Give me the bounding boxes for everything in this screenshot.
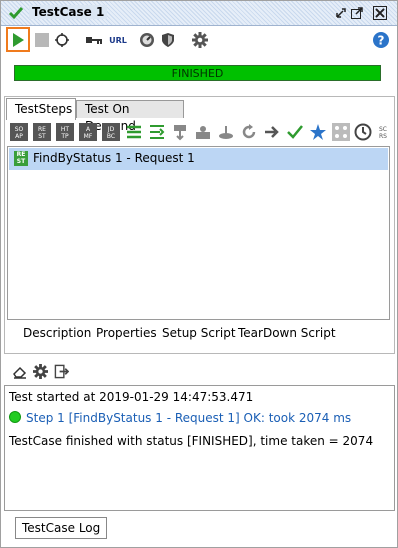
clock-icon[interactable] <box>354 123 372 141</box>
svg-text:SC: SC <box>379 126 387 133</box>
run-status-bar: FINISHED <box>14 65 381 81</box>
tab-description[interactable]: Description <box>23 326 91 340</box>
svg-text:AP: AP <box>15 133 23 140</box>
run-button[interactable] <box>6 27 30 52</box>
stop-button[interactable] <box>31 29 53 51</box>
tab-setup-script[interactable]: Setup Script <box>162 326 236 340</box>
settings-button[interactable] <box>189 29 211 51</box>
testcase-toolbar: URL ? <box>1 26 397 54</box>
minimize-icon[interactable] <box>334 6 348 20</box>
tab-teststeps[interactable]: TestSteps <box>6 98 76 120</box>
datasource-icon[interactable] <box>332 123 350 141</box>
tab-test-on-demand[interactable]: Test On Demand <box>76 100 184 133</box>
security-button[interactable] <box>157 29 179 51</box>
run-icon <box>13 32 24 47</box>
export-icon[interactable] <box>54 364 69 379</box>
refresh-step-icon[interactable] <box>240 123 258 141</box>
checkmark-icon <box>8 7 24 20</box>
svg-text:RS: RS <box>379 133 387 140</box>
shield-icon <box>162 33 174 47</box>
assertion-step-icon[interactable] <box>286 123 304 141</box>
jdbc-step-icon[interactable]: JDBC <box>102 123 120 141</box>
tab-teardown-script[interactable]: TearDown Script <box>238 326 336 340</box>
maximize-icon[interactable] <box>350 6 364 20</box>
status-ok-icon <box>9 411 21 423</box>
stop-icon <box>35 33 49 47</box>
teststep-list[interactable]: RE ST FindByStatus 1 - Request 1 <box>7 146 390 320</box>
help-icon: ? <box>373 32 389 48</box>
gauge-icon <box>140 33 154 47</box>
soap-step-icon[interactable]: SOAP <box>10 123 28 141</box>
key-icon <box>86 37 102 44</box>
url-button[interactable]: URL <box>107 29 129 51</box>
svg-text:SO: SO <box>15 126 24 133</box>
svg-text:RE: RE <box>38 126 46 133</box>
help-button[interactable]: ? <box>370 29 392 51</box>
window-title: TestCase 1 <box>29 5 108 19</box>
loop-icon <box>55 33 69 47</box>
svg-text:MF: MF <box>84 133 93 140</box>
conditional-goto-icon[interactable] <box>171 123 189 141</box>
star-icon[interactable] <box>309 123 327 141</box>
svg-text:?: ? <box>378 34 385 48</box>
tab-testcase-log[interactable]: TestCase Log <box>15 517 108 539</box>
log-line-link[interactable]: Step 1 [FindByStatus 1 - Request 1] OK: … <box>26 411 351 425</box>
loadtest-button[interactable] <box>136 29 158 51</box>
run-testcase-icon[interactable] <box>194 123 212 141</box>
close-icon[interactable] <box>373 6 387 20</box>
mock-response-icon[interactable] <box>263 123 281 141</box>
credentials-button[interactable] <box>83 29 105 51</box>
eraser-icon[interactable] <box>12 365 28 379</box>
loop-button[interactable] <box>51 29 73 51</box>
log-line: Test started at 2019-01-29 14:47:53.471 <box>9 390 254 404</box>
testcase-log-output: Test started at 2019-01-29 14:47:53.471 … <box>4 385 395 511</box>
svg-text:BC: BC <box>107 133 115 140</box>
log-line: TestCase finished with status [FINISHED]… <box>9 434 374 448</box>
gear-icon <box>192 32 208 48</box>
properties-step-icon[interactable] <box>125 123 143 141</box>
step-toolbar: SO AP RE ST HT TP A MF JD BC SC RS <box>6 120 392 144</box>
svg-text:HT: HT <box>61 126 70 133</box>
svg-text:JD: JD <box>107 126 115 133</box>
title-bar[interactable]: TestCase 1 <box>1 1 397 26</box>
svg-text:TP: TP <box>60 133 69 140</box>
http-step-icon[interactable]: HTTP <box>56 123 74 141</box>
step-label: FindByStatus 1 - Request 1 <box>33 151 195 165</box>
rest-step-icon[interactable]: REST <box>33 123 51 141</box>
svg-text:ST: ST <box>38 133 46 140</box>
rest-request-icon: RE ST <box>14 151 28 166</box>
gear-icon[interactable] <box>33 364 48 379</box>
url-icon: URL <box>109 35 127 45</box>
tab-properties[interactable]: Properties <box>96 326 157 340</box>
scroll-step-icon[interactable]: SCRS <box>374 123 392 141</box>
log-step-result[interactable]: Step 1 [FindByStatus 1 - Request 1] OK: … <box>9 411 351 425</box>
amf-step-icon[interactable]: AMF <box>79 123 97 141</box>
delay-step-icon[interactable] <box>217 123 235 141</box>
property-transfer-icon[interactable] <box>148 123 166 141</box>
list-item[interactable]: RE ST FindByStatus 1 - Request 1 <box>9 148 388 170</box>
